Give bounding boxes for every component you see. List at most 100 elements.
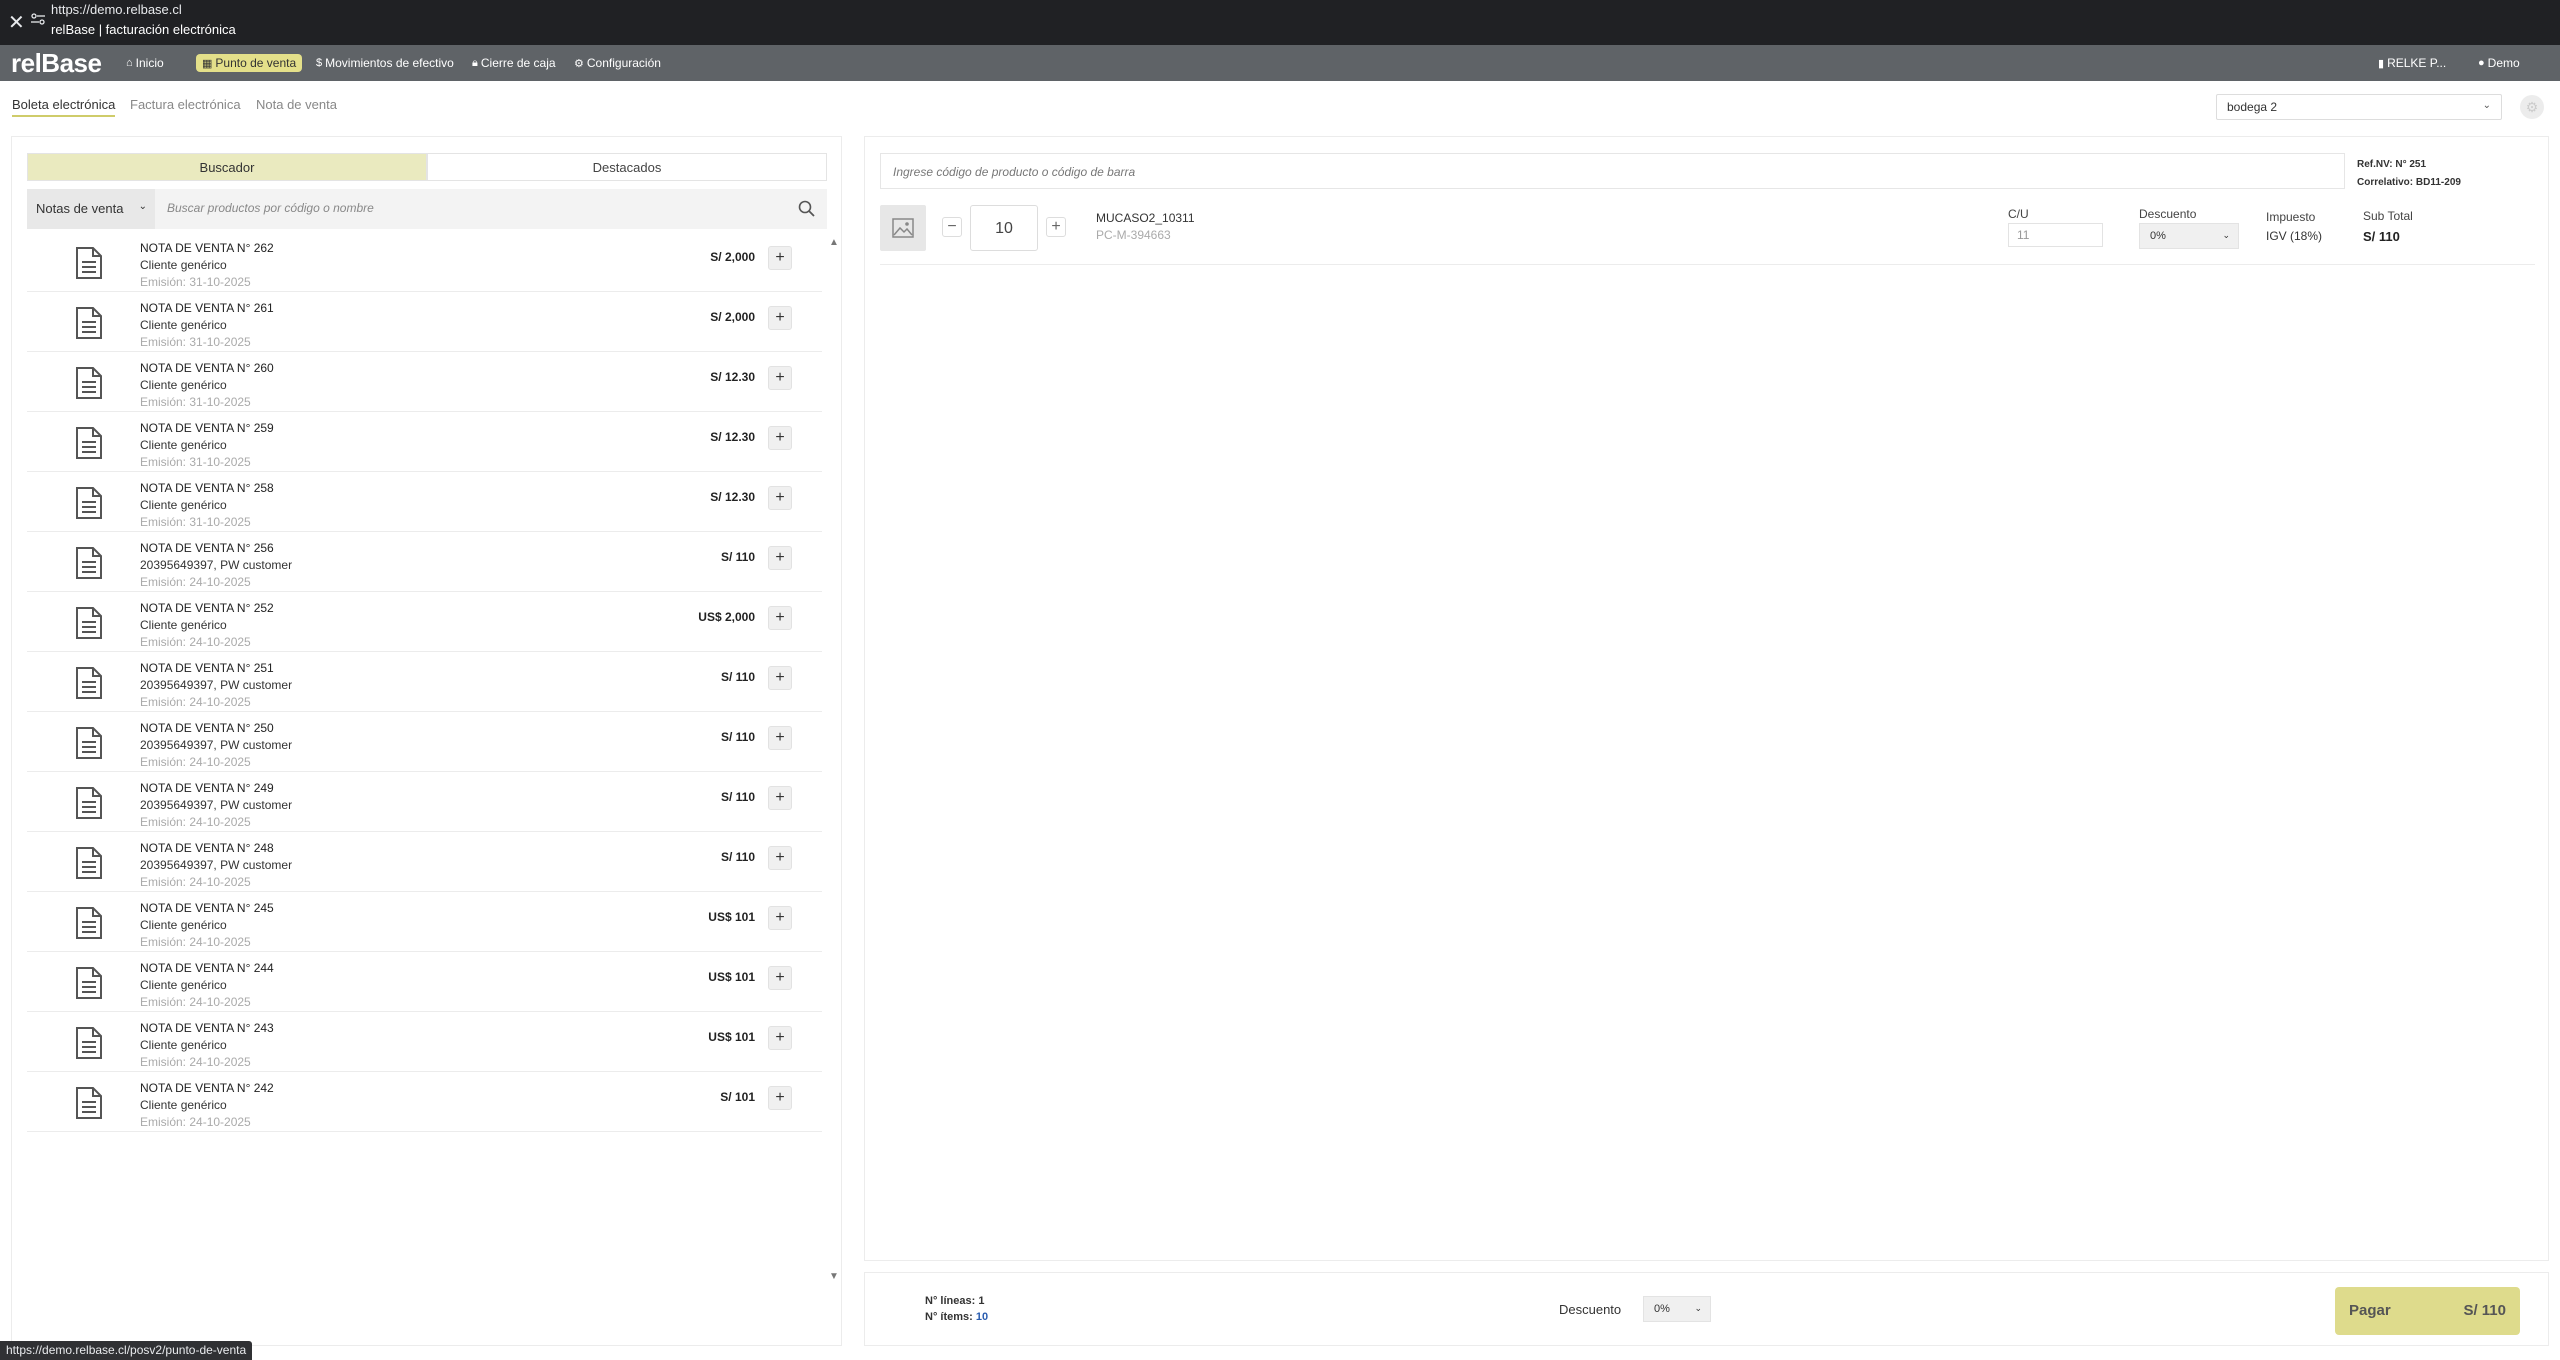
list-item[interactable]: NOTA DE VENTA N° 249 20395649397, PW cust…	[27, 772, 822, 832]
global-discount-value: 0%	[1654, 1303, 1670, 1315]
add-item-button[interactable]: +	[768, 666, 792, 690]
qty-decrease-button[interactable]: −	[942, 217, 962, 237]
add-item-button[interactable]: +	[768, 426, 792, 450]
add-item-button[interactable]: +	[768, 366, 792, 390]
list-item-client: Cliente genérico	[140, 978, 227, 992]
product-name: MUCASO2_10311	[1096, 211, 1195, 225]
line-tax: IGV (18%)	[2266, 229, 2323, 243]
search-row: Notas de venta ⌄ Buscar productos por có…	[27, 189, 827, 229]
nav-item-inicio[interactable]: ⌂ Inicio	[120, 54, 170, 72]
list-item-date: Emisión: 24-10-2025	[140, 815, 251, 829]
list-item[interactable]: NOTA DE VENTA N° 256 20395649397, PW cust…	[27, 532, 822, 592]
scroll-up-arrow[interactable]: ▲	[829, 237, 839, 248]
site-settings-icon[interactable]	[30, 12, 46, 26]
global-discount-select[interactable]: 0% ⌄	[1643, 1296, 1711, 1322]
list-item-date: Emisión: 24-10-2025	[140, 1115, 251, 1129]
close-icon[interactable]: ✕	[8, 10, 25, 35]
list-item[interactable]: NOTA DE VENTA N° 248 20395649397, PW cust…	[27, 832, 822, 892]
scroll-down-arrow[interactable]: ▼	[829, 1271, 839, 1282]
browser-top-bar: ✕ https://demo.relbase.cl relBase | fact…	[0, 0, 2560, 45]
list-item-client: 20395649397, PW customer	[140, 798, 293, 812]
list-item-amount: S/ 12.30	[710, 430, 755, 444]
list-item-title: NOTA DE VENTA N° 245	[140, 901, 274, 915]
add-item-button[interactable]: +	[768, 306, 792, 330]
add-item-button[interactable]: +	[768, 546, 792, 570]
list-item-date: Emisión: 31-10-2025	[140, 275, 251, 289]
image-icon	[892, 218, 914, 238]
nav-item-company[interactable]: ▮ RELKE P...	[2372, 54, 2452, 72]
list-item[interactable]: NOTA DE VENTA N° 262 Cliente genérico Emis…	[27, 232, 822, 292]
list-item[interactable]: NOTA DE VENTA N° 261 Cliente genérico Emis…	[27, 292, 822, 352]
list-item-title: NOTA DE VENTA N° 259	[140, 421, 274, 435]
product-search-panel: Buscador Destacados Notas de venta ⌄ Bus…	[11, 136, 842, 1346]
add-item-button[interactable]: +	[768, 786, 792, 810]
nav-item-movimientos[interactable]: $ Movimientos de efectivo	[310, 54, 460, 72]
list-item[interactable]: NOTA DE VENTA N° 250 20395649397, PW cust…	[27, 712, 822, 772]
qty-increase-button[interactable]: +	[1046, 217, 1066, 237]
chevron-down-icon: ⌄	[1694, 1303, 1702, 1313]
nav-item-user[interactable]: ● Demo	[2472, 54, 2526, 72]
list-item-client: Cliente genérico	[140, 618, 227, 632]
list-item-title: NOTA DE VENTA N° 248	[140, 841, 274, 855]
add-item-button[interactable]: +	[768, 906, 792, 930]
segment-destacados[interactable]: Destacados	[427, 153, 827, 181]
list-item-amount: S/ 110	[720, 850, 755, 864]
add-item-button[interactable]: +	[768, 1026, 792, 1050]
barcode-input[interactable]: Ingrese código de producto o código de b…	[880, 153, 2345, 189]
correlativo-value: BD11-209	[2415, 177, 2461, 188]
tab-boleta-electronica[interactable]: Boleta electrónica	[12, 97, 116, 117]
tab-nota-de-venta[interactable]: Nota de venta	[256, 97, 337, 112]
user-icon: ●	[2478, 57, 2485, 69]
add-item-button[interactable]: +	[768, 726, 792, 750]
add-item-button[interactable]: +	[768, 486, 792, 510]
app-logo[interactable]: relBase	[11, 48, 102, 79]
list-item-amount: S/ 110	[720, 790, 755, 804]
list-item[interactable]: NOTA DE VENTA N° 242 Cliente genérico Emis…	[27, 1072, 822, 1132]
warehouse-select[interactable]: bodega 2 ⌄	[2216, 94, 2502, 120]
ref-nv-value: N° 251	[2395, 159, 2427, 170]
list-item[interactable]: NOTA DE VENTA N° 243 Cliente genérico Emis…	[27, 1012, 822, 1072]
add-item-button[interactable]: +	[768, 966, 792, 990]
list-item[interactable]: NOTA DE VENTA N° 251 20395649397, PW cust…	[27, 652, 822, 712]
settings-gear-button[interactable]: ⚙	[2520, 95, 2544, 119]
list-item-client: Cliente genérico	[140, 438, 227, 452]
cogs-icon: ⚙	[574, 57, 584, 70]
filter-select[interactable]: Notas de venta ⌄	[27, 189, 155, 229]
add-item-button[interactable]: +	[768, 846, 792, 870]
list-item[interactable]: NOTA DE VENTA N° 252 Cliente genérico Emis…	[27, 592, 822, 652]
column-tax-label: Impuesto	[2266, 210, 2316, 224]
home-icon: ⌂	[126, 57, 133, 69]
list-item-client: 20395649397, PW customer	[140, 558, 293, 572]
pay-button[interactable]: Pagar S/ 110	[2335, 1287, 2520, 1335]
list-item[interactable]: NOTA DE VENTA N° 260 Cliente genérico Emis…	[27, 352, 822, 412]
list-item[interactable]: NOTA DE VENTA N° 258 Cliente genérico Emis…	[27, 472, 822, 532]
document-icon	[76, 727, 102, 759]
nav-item-cierre-de-caja[interactable]: 🔒︎ Cierre de caja	[466, 54, 562, 72]
qty-input[interactable]: 10	[970, 205, 1038, 251]
tab-factura-electronica[interactable]: Factura electrónica	[130, 97, 241, 112]
nav-item-punto-de-venta[interactable]: ▦ Punto de venta	[196, 54, 303, 72]
nav-item-label: Movimientos de efectivo	[325, 56, 454, 70]
line-discount-select[interactable]: 0% ⌄	[2139, 223, 2239, 249]
unit-price-input[interactable]: 11	[2008, 223, 2103, 247]
add-item-button[interactable]: +	[768, 1086, 792, 1110]
segment-buscador[interactable]: Buscador	[27, 153, 427, 181]
search-icon[interactable]	[797, 199, 817, 219]
list-item-client: Cliente genérico	[140, 1038, 227, 1052]
nav-item-configuracion[interactable]: ⚙ Configuración	[568, 54, 667, 72]
add-item-button[interactable]: +	[768, 606, 792, 630]
list-item-title: NOTA DE VENTA N° 260	[140, 361, 274, 375]
list-item-client: Cliente genérico	[140, 378, 227, 392]
document-icon	[76, 907, 102, 939]
list-item[interactable]: NOTA DE VENTA N° 245 Cliente genérico Emis…	[27, 892, 822, 952]
list-item[interactable]: NOTA DE VENTA N° 244 Cliente genérico Emis…	[27, 952, 822, 1012]
browser-url[interactable]: https://demo.relbase.cl	[51, 2, 182, 17]
list-item[interactable]: NOTA DE VENTA N° 259 Cliente genérico Emis…	[27, 412, 822, 472]
ref-nv: Ref.NV: N° 251	[2357, 159, 2426, 170]
app-navbar: relBase ⌂ Inicio ▦ Punto de venta $ Movi…	[0, 45, 2560, 81]
list-item-amount: US$ 101	[708, 910, 755, 924]
add-item-button[interactable]: +	[768, 246, 792, 270]
nav-item-label: Demo	[2487, 56, 2520, 70]
chevron-down-icon: ⌄	[2482, 100, 2491, 111]
search-input[interactable]: Buscar productos por código o nombre	[167, 201, 374, 215]
